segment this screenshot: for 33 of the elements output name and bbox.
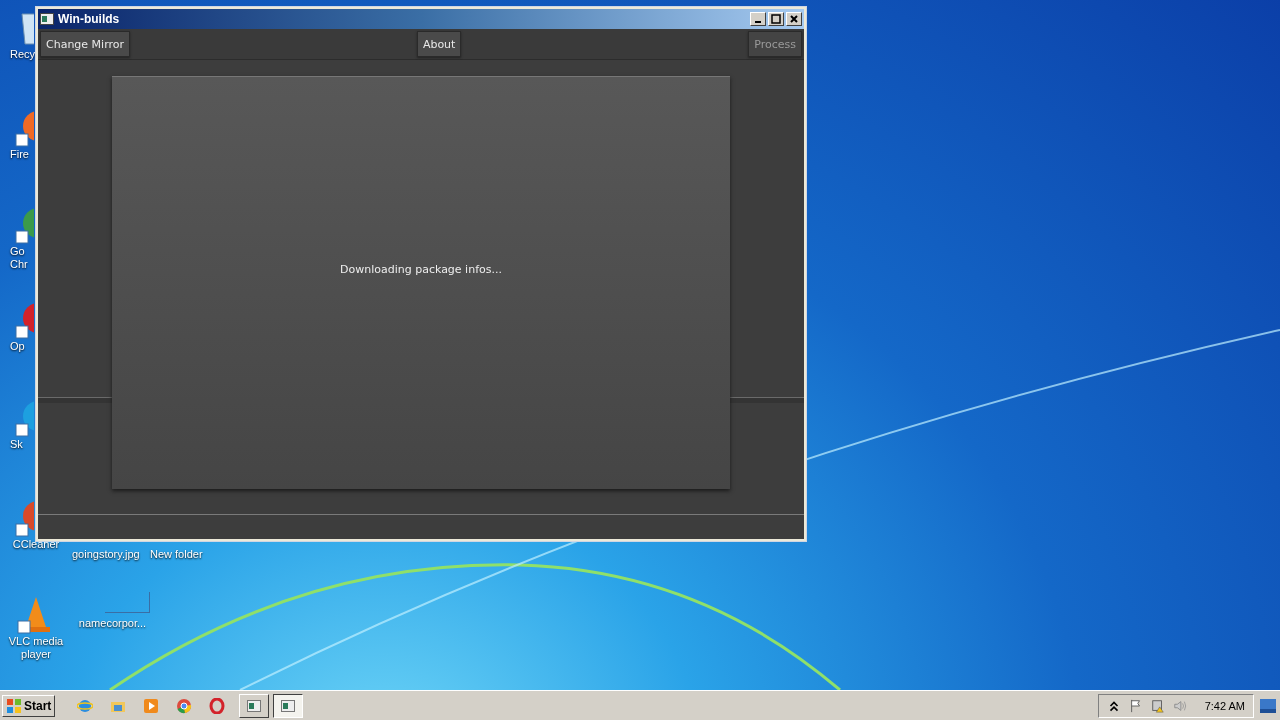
window-title: Win-builds [58, 12, 120, 26]
desktop-icon-label: VLC media player [7, 635, 65, 661]
desktop-icon-label: Recy [10, 48, 34, 61]
desktop-icon-label: Op [10, 340, 26, 353]
close-button[interactable] [786, 12, 802, 26]
minimize-icon [755, 21, 761, 23]
maximize-button[interactable] [768, 12, 784, 26]
network-warning-icon[interactable] [1150, 698, 1165, 713]
clock: 7:42 AM [1204, 699, 1245, 712]
window-icon [40, 13, 54, 25]
window-icon [281, 699, 296, 712]
status-message: Downloading package infos... [340, 263, 502, 276]
change-mirror-button[interactable]: Change Mirror [40, 31, 131, 57]
minimize-button[interactable] [750, 12, 766, 26]
browser-icon[interactable] [209, 697, 226, 714]
desktop-file-label: New folder [150, 548, 203, 560]
desktop-icon-label: Sk [10, 438, 24, 451]
desktop-file-label: goingstory.jpg [72, 548, 140, 560]
window-icon [247, 699, 262, 712]
desktop-file-label: namecorpor... [78, 617, 147, 629]
flag-icon[interactable] [1128, 698, 1143, 713]
desktop-icon-label: Fire [10, 148, 30, 161]
about-button[interactable]: About [416, 31, 462, 57]
play-icon[interactable] [143, 697, 160, 714]
taskbar-window-button[interactable] [273, 693, 304, 718]
maximize-icon [771, 14, 781, 24]
close-icon [789, 14, 799, 24]
windows-logo-icon [6, 697, 22, 714]
browser-icon[interactable] [176, 697, 193, 714]
show-desktop-icon[interactable] [1260, 698, 1276, 713]
start-button[interactable]: Start [2, 694, 56, 717]
desktop-icon-label: CCleaner [11, 538, 61, 551]
desktop-icon-label: Go Chr [10, 245, 29, 271]
